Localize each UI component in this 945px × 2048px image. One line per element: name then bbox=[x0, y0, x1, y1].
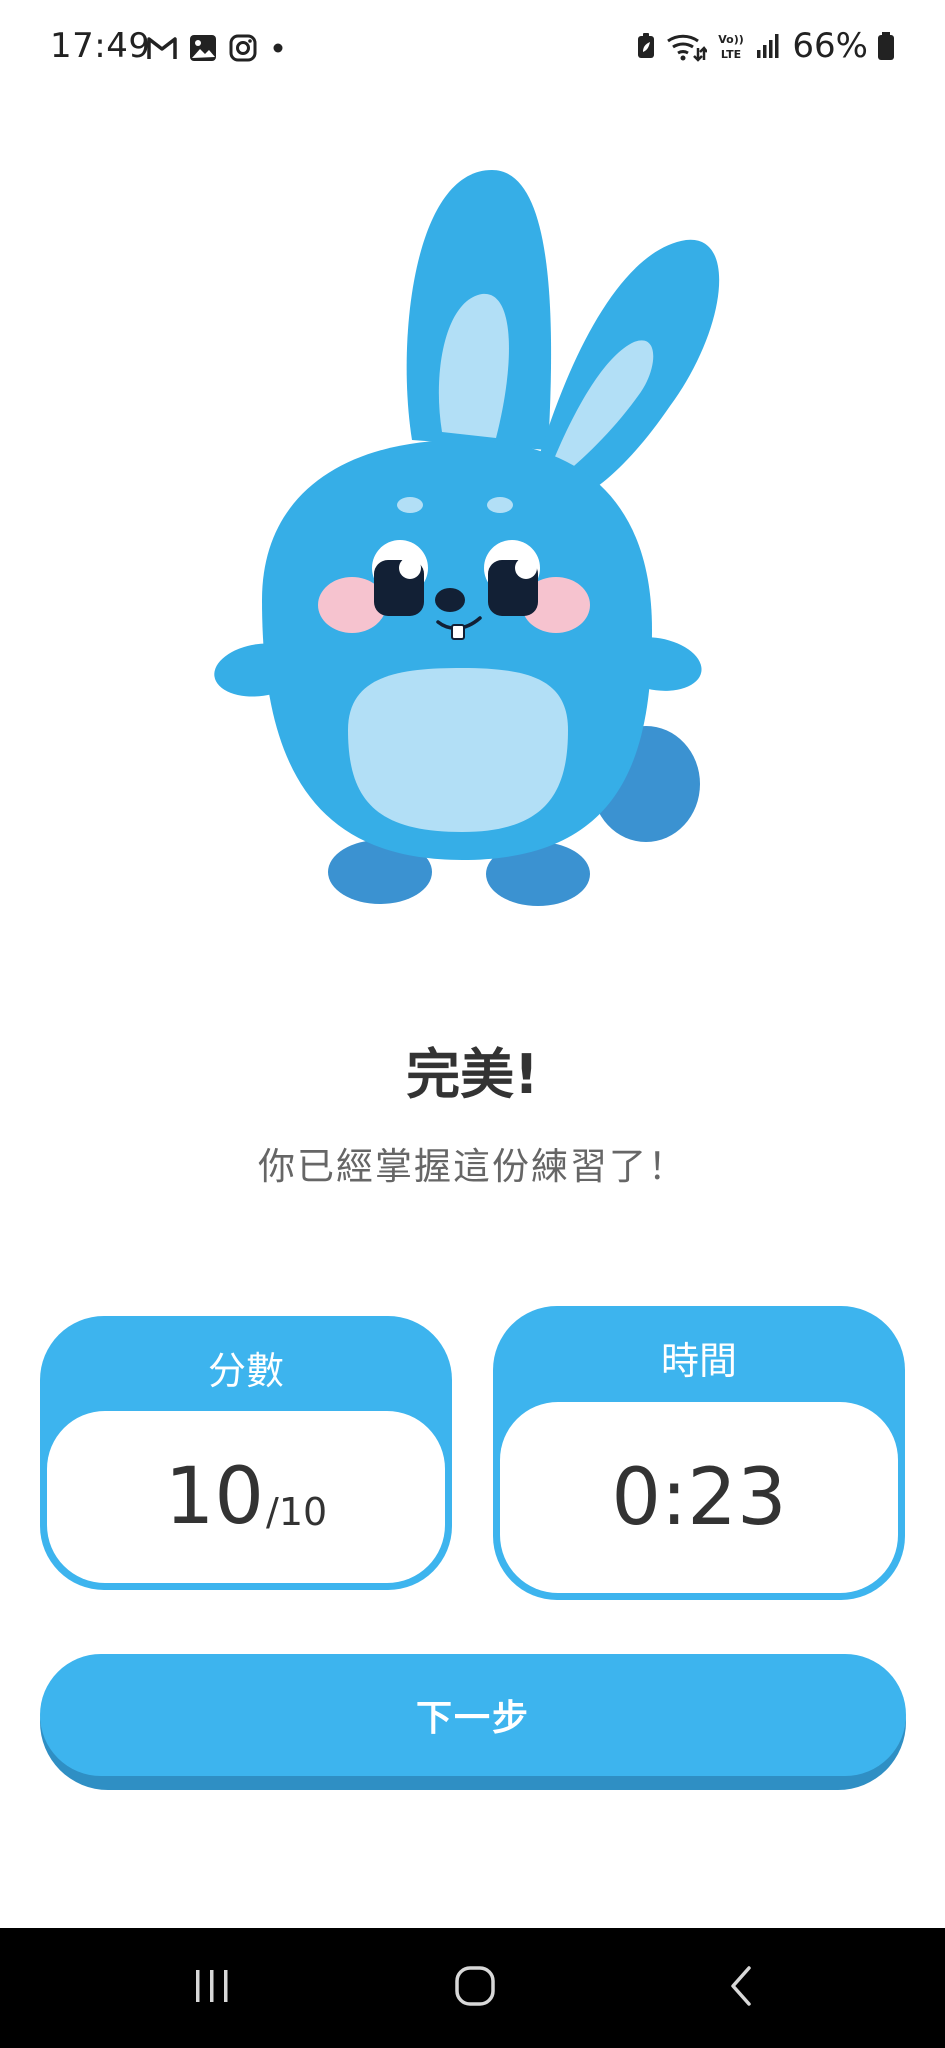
time-value: 0:23 bbox=[611, 1452, 787, 1543]
time-card: 時間 0:23 bbox=[493, 1306, 905, 1600]
time-value-panel: 0:23 bbox=[500, 1402, 898, 1593]
notification-icons bbox=[146, 33, 288, 63]
score-card: 分數 10 /10 bbox=[40, 1316, 452, 1590]
svg-text:Vo)): Vo)) bbox=[719, 33, 745, 46]
bunny-mascot-illustration bbox=[200, 160, 720, 920]
system-status-icons: Vo)) LTE 66% bbox=[636, 26, 895, 66]
home-button[interactable] bbox=[430, 1948, 520, 2028]
more-dot-icon bbox=[268, 38, 288, 58]
score-label: 分數 bbox=[207, 1349, 284, 1393]
status-time: 17:49 bbox=[50, 26, 151, 66]
battery-percent: 66% bbox=[792, 26, 868, 66]
next-button[interactable]: 下一步 bbox=[40, 1654, 906, 1790]
result-subtitle: 你已經掌握這份練習了！ bbox=[258, 1145, 687, 1188]
score-total: /10 bbox=[266, 1490, 328, 1534]
volte-icon: Vo)) LTE bbox=[716, 30, 746, 62]
home-icon bbox=[453, 1964, 497, 2012]
recents-icon bbox=[190, 1966, 234, 2010]
back-button[interactable] bbox=[697, 1948, 787, 2028]
system-navigation-bar bbox=[0, 1928, 945, 2048]
instagram-icon bbox=[228, 33, 258, 63]
wifi-icon bbox=[665, 30, 708, 62]
recents-button[interactable] bbox=[167, 1948, 257, 2028]
result-title: 完美! bbox=[406, 1043, 539, 1106]
next-button-label: 下一步 bbox=[40, 1654, 906, 1776]
gallery-icon bbox=[188, 33, 218, 63]
battery-icon bbox=[877, 31, 895, 61]
time-label: 時間 bbox=[660, 1339, 737, 1383]
score-value: 10 bbox=[164, 1452, 265, 1542]
gmail-icon bbox=[146, 34, 178, 62]
score-value-panel: 10 /10 bbox=[47, 1411, 445, 1583]
svg-text:LTE: LTE bbox=[721, 48, 741, 61]
back-icon bbox=[727, 1964, 757, 2012]
status-bar: 17:49 Vo)) LTE 66% bbox=[0, 0, 945, 100]
battery-saver-icon bbox=[636, 32, 656, 60]
signal-icon bbox=[755, 32, 783, 60]
